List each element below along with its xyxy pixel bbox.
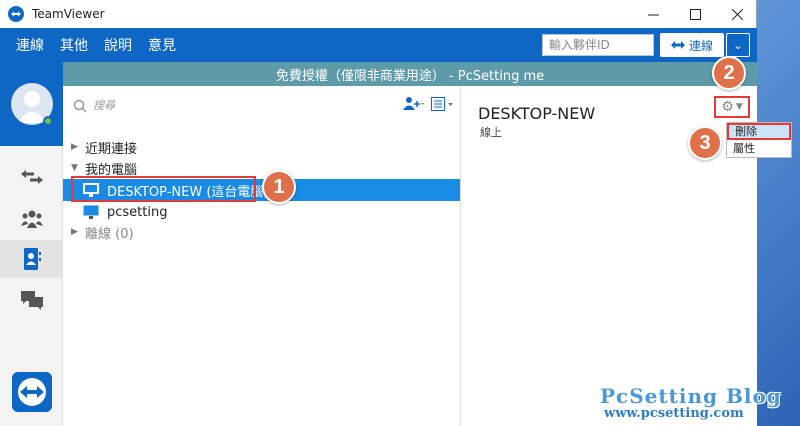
settings-button[interactable]: ⚙ ▼ [714, 96, 750, 118]
menu-item-properties[interactable]: 屬性 [727, 140, 791, 157]
group-offline[interactable]: ▶ 離線 (0) [63, 221, 460, 243]
teamviewer-window: TeamViewer 連線 其他 說明 意見 輸入夥伴ID 連線 ⌄ 免費授權（… [0, 0, 757, 426]
highlight-box-device [71, 176, 256, 202]
menu-extras[interactable]: 其他 [60, 35, 88, 55]
remote-control-icon [20, 170, 43, 184]
teamviewer-logo-icon [18, 378, 46, 406]
teamviewer-logo[interactable] [12, 372, 52, 412]
caret-right-icon: ▶ [71, 142, 78, 152]
online-status-dot [43, 116, 53, 126]
sidebar-computers-contacts[interactable] [0, 240, 63, 278]
computers-list-panel: 搜尋 ▶ 近期連接 ▼ 我的電腦 DESKTOP-NEW (這台電腦) pcse… [63, 86, 461, 426]
sidebar-chat[interactable] [0, 282, 63, 320]
meeting-icon [20, 210, 43, 228]
callout-3: 3 [688, 126, 722, 160]
teamviewer-logo-icon [8, 6, 24, 22]
group-recent[interactable]: ▶ 近期連接 [63, 136, 460, 158]
watermark-url: www.pcsetting.com [604, 406, 744, 421]
menu-item-delete[interactable]: 刪除 [727, 123, 791, 140]
sidebar [0, 62, 63, 426]
context-menu: 刪除 屬性 [726, 122, 792, 158]
chevron-down-icon: ▼ [735, 102, 743, 112]
callout-1: 1 [262, 170, 296, 204]
view-options-button[interactable] [431, 96, 455, 115]
monitor-icon [83, 205, 99, 219]
contacts-book-icon [23, 248, 41, 270]
sidebar-remote-control[interactable] [0, 158, 63, 196]
device-title: DESKTOP-NEW [478, 104, 596, 123]
window-title: TeamViewer [32, 7, 105, 21]
menu-feedback[interactable]: 意見 [148, 35, 176, 55]
connect-dropdown-button[interactable]: ⌄ [726, 33, 750, 57]
chevron-down-icon: ⌄ [733, 38, 743, 52]
device-pcsetting[interactable]: pcsetting [63, 201, 460, 223]
connect-arrows-icon [670, 41, 685, 49]
add-contact-button[interactable] [403, 96, 425, 113]
sidebar-meeting[interactable] [0, 200, 63, 238]
connect-button[interactable]: 連線 [660, 33, 724, 57]
menu-connection[interactable]: 連線 [16, 35, 44, 55]
connect-label: 連線 [688, 38, 713, 53]
profile-area[interactable] [0, 62, 63, 146]
minimize-button[interactable] [630, 0, 676, 28]
maximize-button[interactable] [672, 0, 718, 28]
group-recent-label: 近期連接 [85, 141, 138, 157]
menu-bar: 連線 其他 說明 意見 輸入夥伴ID 連線 ⌄ [0, 28, 757, 62]
callout-2: 2 [712, 56, 746, 90]
add-person-icon [403, 97, 424, 110]
device-pcsetting-label: pcsetting [107, 204, 168, 220]
license-banner: 免費授權（僅限非商業用途） - PcSetting me [63, 62, 757, 86]
search-input[interactable]: 搜尋 [93, 97, 115, 113]
gear-icon: ⚙ [721, 99, 734, 115]
list-icon [431, 97, 453, 111]
chat-icon [20, 291, 43, 310]
caret-right-icon: ▶ [71, 227, 78, 237]
group-my-computers-label: 我的電腦 [85, 162, 138, 178]
watermark-title: PcSetting Blog [600, 384, 782, 408]
search-icon [73, 98, 87, 117]
group-offline-label: 離線 (0) [85, 226, 134, 242]
partner-id-input[interactable]: 輸入夥伴ID [542, 34, 654, 56]
menu-help[interactable]: 說明 [104, 35, 132, 55]
caret-down-icon: ▼ [71, 163, 78, 173]
close-button[interactable] [714, 0, 760, 28]
device-status: 線上 [480, 126, 502, 139]
